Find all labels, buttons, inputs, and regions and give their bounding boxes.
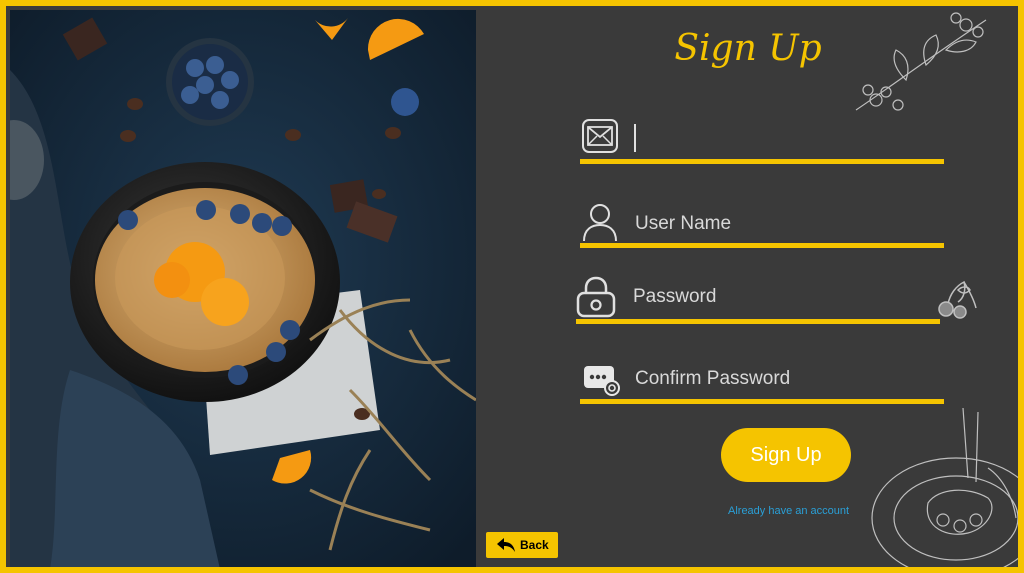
cherry-sketch-icon bbox=[938, 280, 977, 319]
user-icon bbox=[583, 204, 617, 242]
password-field[interactable]: Password bbox=[576, 274, 940, 324]
username-field[interactable]: User Name bbox=[580, 200, 944, 248]
email-underline bbox=[580, 159, 944, 164]
id-card-icon bbox=[584, 366, 620, 396]
confirm-password-underline bbox=[580, 399, 944, 404]
text-caret bbox=[634, 124, 636, 152]
confirm-password-field[interactable]: Confirm Password bbox=[580, 356, 944, 404]
username-input[interactable]: User Name bbox=[635, 213, 731, 235]
password-input[interactable]: Password bbox=[633, 286, 716, 308]
herb-sketch-icon bbox=[855, 12, 987, 111]
back-arrow-icon bbox=[497, 538, 515, 552]
signup-form-panel: Sign Up User Name Password Confirm Passw… bbox=[476, 10, 1018, 567]
login-link[interactable]: Already have an account bbox=[728, 505, 849, 517]
back-button[interactable]: Back bbox=[486, 532, 558, 558]
back-button-label: Back bbox=[520, 538, 549, 552]
password-underline bbox=[576, 319, 940, 324]
envelope-icon bbox=[582, 119, 618, 153]
signup-button[interactable]: Sign Up bbox=[721, 428, 851, 482]
confirm-password-input[interactable]: Confirm Password bbox=[635, 368, 790, 390]
food-photo bbox=[10, 10, 476, 567]
lock-icon bbox=[576, 276, 616, 318]
plate-sketch-icon bbox=[871, 408, 1018, 567]
username-underline bbox=[580, 243, 944, 248]
email-field[interactable] bbox=[580, 118, 944, 164]
window-frame: Sign Up User Name Password Confirm Passw… bbox=[0, 0, 1024, 573]
